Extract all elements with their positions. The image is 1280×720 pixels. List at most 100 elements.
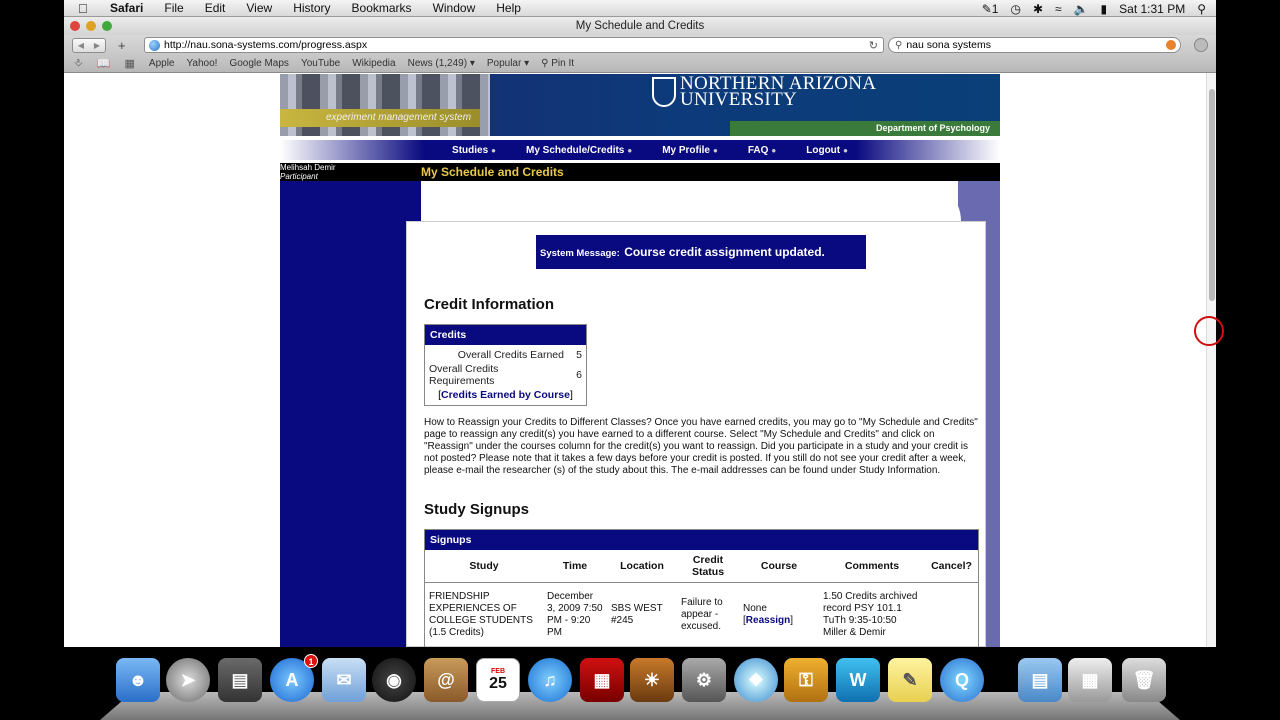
- back-forward-buttons[interactable]: ◀ ▶: [72, 37, 106, 53]
- menu-history[interactable]: History: [293, 1, 330, 15]
- col-location: Location: [607, 550, 677, 583]
- itunes-icon[interactable]: ♫: [528, 658, 572, 702]
- documents-folder-icon[interactable]: ▤: [1018, 658, 1062, 702]
- cursor-highlight: [1194, 316, 1224, 346]
- user-info: Melihsah Demir Participant: [280, 163, 336, 181]
- address-url[interactable]: http://nau.sona-systems.com/progress.asp…: [164, 39, 367, 51]
- bookmark-youtube[interactable]: YouTube: [301, 58, 340, 69]
- top-sites-grid-icon[interactable]: ▦: [125, 57, 135, 70]
- app-store-icon[interactable]: A1: [270, 654, 318, 702]
- credits-by-course-row: [Credits Earned by Course]: [438, 389, 573, 401]
- bookmarks-book-icon[interactable]: 📖: [97, 57, 111, 70]
- keychain-icon[interactable]: ⚿: [784, 658, 828, 702]
- page-title: My Schedule and Credits: [421, 165, 564, 179]
- menu-help[interactable]: Help: [496, 1, 521, 15]
- title-bar[interactable]: My Schedule and Credits: [64, 17, 1216, 35]
- signup-location: SBS WEST #245: [611, 602, 663, 626]
- system-message: System Message: Course credit assignment…: [536, 235, 866, 269]
- bookmark-apple[interactable]: Apple: [149, 58, 175, 69]
- close-window-button[interactable]: [70, 21, 80, 31]
- reload-icon[interactable]: ↻: [869, 39, 878, 52]
- downloads-stack-icon[interactable]: ▦: [1068, 658, 1112, 702]
- calendar-icon[interactable]: FEB 25: [476, 658, 520, 702]
- photo-booth-icon[interactable]: ▦: [580, 658, 624, 702]
- apple-icon[interactable]: : [78, 1, 96, 16]
- spotlight-icon[interactable]: ⚲: [1197, 2, 1206, 16]
- nav-faq[interactable]: FAQ ●: [748, 145, 776, 156]
- facetime-icon[interactable]: ◉: [372, 658, 416, 702]
- finder-icon[interactable]: ☻: [116, 658, 160, 702]
- reassign-link[interactable]: Reassign: [746, 615, 790, 626]
- launchpad-icon[interactable]: ➤: [166, 658, 210, 702]
- menu-app-name[interactable]: Safari: [110, 1, 143, 15]
- reading-list-icon[interactable]: ⎀: [74, 57, 83, 70]
- user-role: Participant: [280, 172, 318, 181]
- credits-earned-label: Overall Credits Earned: [457, 349, 564, 361]
- menu-file[interactable]: File: [164, 1, 183, 15]
- word-icon[interactable]: W: [836, 658, 880, 702]
- quicktime-icon[interactable]: Q: [940, 658, 984, 702]
- credits-earned-by-course-link[interactable]: Credits Earned by Course: [441, 389, 570, 401]
- page-scrollbar[interactable]: [1206, 73, 1216, 647]
- signup-course: None [Reassign]: [743, 602, 794, 626]
- bookmark-pin-it[interactable]: ⚲ Pin It: [541, 58, 574, 69]
- col-credit-status: Credit Status: [677, 550, 739, 583]
- address-book-icon[interactable]: @: [424, 658, 468, 702]
- volume-icon[interactable]: 🔈: [1074, 2, 1089, 16]
- table-row: FRIENDSHIP EXPERIENCES OF COLLEGE STUDEN…: [425, 582, 978, 647]
- credits-table-header: Credits: [425, 325, 586, 345]
- scrollbar-thumb[interactable]: [1209, 89, 1215, 301]
- iphoto-icon[interactable]: ☀: [630, 658, 674, 702]
- nav-my-profile[interactable]: My Profile ●: [662, 145, 718, 156]
- stickies-icon[interactable]: ✎: [888, 658, 932, 702]
- trash-icon[interactable]: 🗑: [1122, 658, 1166, 702]
- study-signups-heading: Study Signups: [424, 501, 529, 518]
- forward-arrow-icon[interactable]: ▶: [94, 41, 100, 50]
- credits-required-row: Overall Credits Requirements 6: [425, 363, 586, 387]
- banner-tagline: experiment management system: [280, 109, 480, 127]
- credits-required-label: Overall Credits Requirements: [429, 363, 499, 387]
- bookmark-google-maps[interactable]: Google Maps: [229, 58, 288, 69]
- nav-my-schedule-credits[interactable]: My Schedule/Credits ●: [526, 145, 632, 156]
- credits-earned-value: 5: [576, 349, 582, 361]
- minimize-window-button[interactable]: [86, 21, 96, 31]
- menu-view[interactable]: View: [246, 1, 272, 15]
- menu-window[interactable]: Window: [433, 1, 476, 15]
- col-time: Time: [543, 550, 607, 583]
- search-field[interactable]: ⚲ nau sona systems: [888, 37, 1181, 53]
- bookmark-wikipedia[interactable]: Wikipedia: [352, 58, 395, 69]
- system-message-text: Course credit assignment updated.: [624, 245, 825, 259]
- bookmark-popular[interactable]: Popular ▾: [487, 58, 529, 69]
- nav-logout[interactable]: Logout ●: [806, 145, 848, 156]
- battery-icon[interactable]: ▮: [1101, 2, 1108, 16]
- system-preferences-icon[interactable]: ⚙: [682, 658, 726, 702]
- clock[interactable]: Sat 1:31 PM: [1119, 2, 1185, 16]
- credits-required-value: 6: [576, 369, 582, 381]
- mail-icon[interactable]: ✉: [322, 658, 366, 702]
- clear-search-icon[interactable]: [1166, 40, 1176, 50]
- menu-edit[interactable]: Edit: [205, 1, 226, 15]
- back-arrow-icon[interactable]: ◀: [78, 41, 84, 50]
- col-cancel: Cancel?: [925, 550, 978, 583]
- wifi-icon[interactable]: ≈: [1055, 2, 1062, 16]
- mission-control-icon[interactable]: ▤: [218, 658, 262, 702]
- status-menu-icon[interactable]: ✎1: [982, 2, 999, 16]
- menu-bookmarks[interactable]: Bookmarks: [352, 1, 412, 15]
- menubar:  Safari File Edit View History Bookmark…: [64, 0, 1216, 17]
- bookmark-yahoo[interactable]: Yahoo!: [187, 58, 218, 69]
- add-bookmark-icon[interactable]: +: [118, 38, 130, 53]
- address-bar[interactable]: http://nau.sona-systems.com/progress.asp…: [144, 37, 884, 53]
- globe-icon: [149, 39, 160, 51]
- bookmark-news[interactable]: News (1,249) ▾: [408, 58, 475, 69]
- dock: ☻ ➤ ▤ A1 ✉ ◉ @ FEB 25 ♫ ▦ ☀ ⚙ ❖ ⚿ W ✎ Q ▤…: [100, 652, 1180, 720]
- credits-earned-row: Overall Credits Earned 5: [425, 345, 586, 365]
- nav-studies[interactable]: Studies ●: [452, 145, 496, 156]
- zoom-window-button[interactable]: [102, 21, 112, 31]
- time-machine-icon[interactable]: ◷: [1010, 2, 1020, 16]
- search-query[interactable]: nau sona systems: [906, 39, 991, 51]
- safari-icon[interactable]: ❖: [734, 658, 778, 702]
- col-comments: Comments: [819, 550, 925, 583]
- search-icon: ⚲: [895, 39, 903, 51]
- downloads-icon[interactable]: [1194, 38, 1208, 52]
- bluetooth-icon[interactable]: ✱: [1033, 2, 1043, 16]
